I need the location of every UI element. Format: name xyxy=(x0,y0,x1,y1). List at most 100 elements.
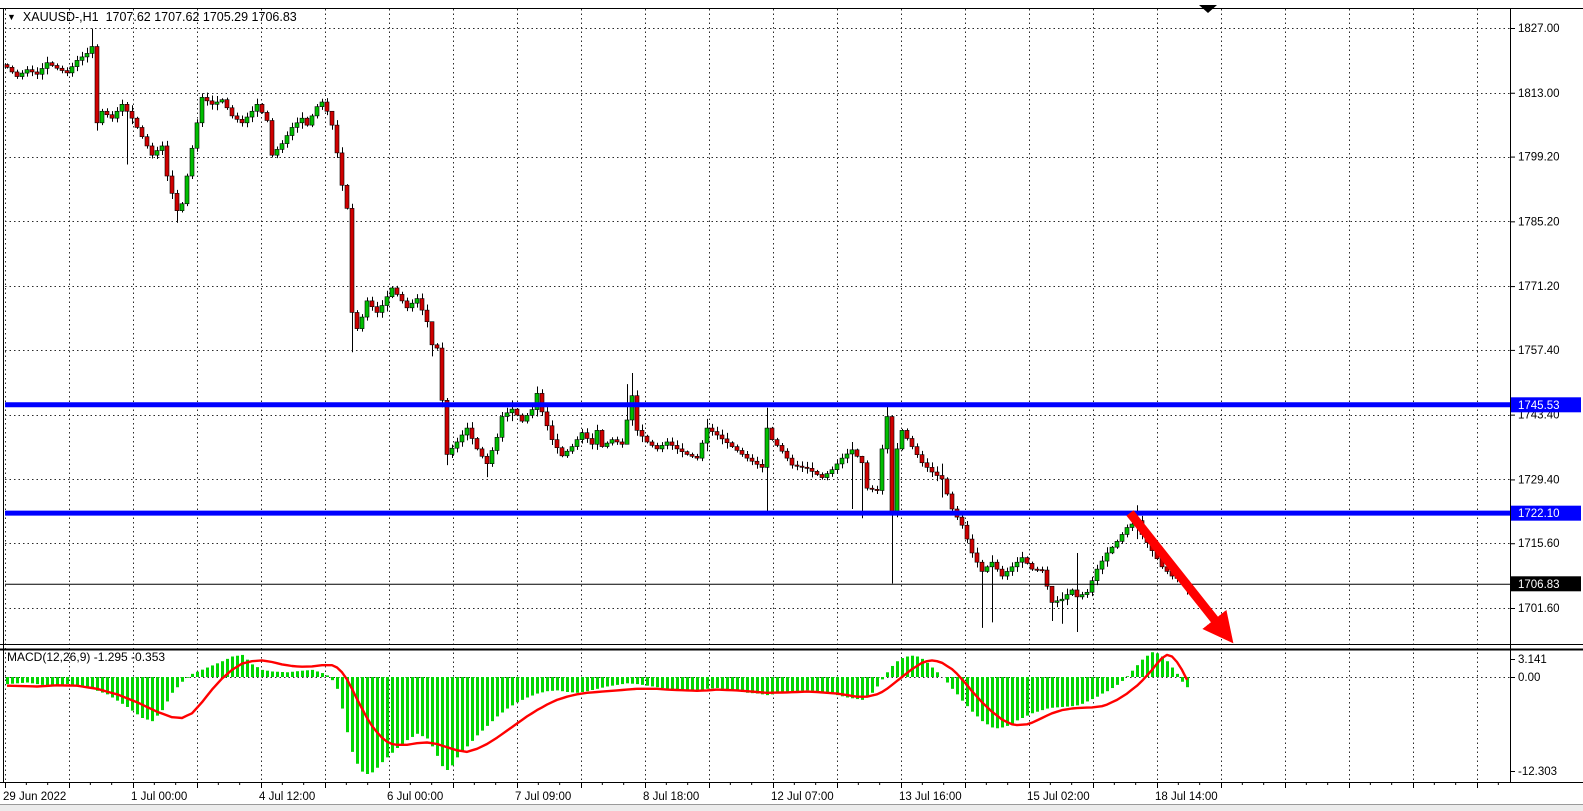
candle-bullish xyxy=(315,107,319,116)
candle-bearish xyxy=(780,445,784,451)
time-axis-label: 6 Jul 00:00 xyxy=(387,791,443,803)
candle-bearish xyxy=(485,456,489,463)
candle-bearish xyxy=(755,461,759,464)
candle-bearish xyxy=(435,345,439,348)
candle-bearish xyxy=(685,452,689,455)
candle-bullish xyxy=(565,451,569,456)
candle-bearish xyxy=(330,111,334,125)
candle-bullish xyxy=(85,53,89,56)
candle-bearish xyxy=(860,456,864,462)
candle-bearish xyxy=(110,115,114,118)
candle-bullish xyxy=(575,440,579,447)
price-badge-label: 1745.53 xyxy=(1518,400,1560,412)
candle-bearish xyxy=(5,65,9,68)
candle-bullish xyxy=(1115,541,1119,547)
candle-bearish xyxy=(260,104,264,112)
candle-bearish xyxy=(810,468,814,471)
candle-bearish xyxy=(715,432,719,435)
chart-title: ▼ XAUUSD-,H1 1707.62 1707.62 1705.29 170… xyxy=(7,10,297,24)
candle-bearish xyxy=(30,70,34,72)
price-axis-label: 1729.40 xyxy=(1518,474,1560,486)
bottom-strip xyxy=(0,804,1583,811)
candle-bearish xyxy=(210,101,214,104)
candle-bearish xyxy=(545,412,549,426)
candle-bearish xyxy=(790,458,794,465)
candle-bearish xyxy=(775,440,779,446)
chart-canvas[interactable]: 1827.001813.001799.201785.201771.201757.… xyxy=(0,0,1583,811)
candle-bullish xyxy=(1010,567,1014,572)
candle-bearish xyxy=(145,137,149,146)
candle-bearish xyxy=(770,428,774,440)
candle-bearish xyxy=(405,301,409,308)
candle-bearish xyxy=(920,455,924,463)
candle-bullish xyxy=(1130,524,1134,527)
candle-bearish xyxy=(785,451,789,458)
candle-bearish xyxy=(1025,558,1029,564)
candle-bullish xyxy=(1095,569,1099,581)
chart-title-text: XAUUSD-,H1 1707.62 1707.62 1705.29 1706.… xyxy=(23,10,297,24)
candle-bearish xyxy=(1000,569,1004,576)
candle-bearish xyxy=(855,450,859,456)
candle-bearish xyxy=(480,449,484,456)
price-axis-label: 1785.20 xyxy=(1518,216,1560,228)
time-axis-label: 15 Jul 02:00 xyxy=(1027,791,1090,803)
price-badge-label: 1722.10 xyxy=(1518,508,1560,520)
candle-bearish xyxy=(165,146,169,176)
candle-bearish xyxy=(585,433,589,439)
candle-bearish xyxy=(710,428,714,431)
candle-bullish xyxy=(985,567,989,572)
candle-bullish xyxy=(510,409,514,413)
candle-bearish xyxy=(745,454,749,458)
price-axis-label: 1827.00 xyxy=(1518,23,1560,35)
candle-bullish xyxy=(885,417,889,449)
candle-bullish xyxy=(70,67,74,73)
candle-bullish xyxy=(1065,595,1069,600)
candle-bearish xyxy=(175,193,179,210)
candle-bullish xyxy=(460,435,464,442)
candle-bullish xyxy=(1005,571,1009,576)
candle-bearish xyxy=(10,67,14,72)
candle-bearish xyxy=(205,97,209,100)
candle-bullish xyxy=(570,447,574,452)
candle-bullish xyxy=(1055,601,1059,603)
candle-bullish xyxy=(215,102,219,104)
time-axis-label: 18 Jul 14:00 xyxy=(1155,791,1218,803)
candle-bullish xyxy=(190,148,194,176)
macd-axis-label: 0.00 xyxy=(1518,672,1540,684)
price-badge-label: 1706.83 xyxy=(1518,579,1560,591)
candle-bearish xyxy=(430,322,434,345)
candle-bullish xyxy=(180,204,184,211)
candle-bearish xyxy=(240,119,244,122)
candle-bearish xyxy=(650,442,654,445)
candle-bearish xyxy=(890,417,894,512)
candle-bearish xyxy=(305,118,309,125)
candle-bearish xyxy=(370,301,374,307)
candle-bullish xyxy=(390,288,394,297)
candle-bullish xyxy=(90,47,94,54)
candle-bullish xyxy=(255,104,259,111)
candle-bearish xyxy=(975,553,979,562)
candle-bullish xyxy=(595,430,599,444)
time-axis-label: 29 Jun 2022 xyxy=(3,791,66,803)
candle-bullish xyxy=(195,123,199,148)
candle-bullish xyxy=(835,464,839,470)
candle-bearish xyxy=(395,288,399,294)
candle-bearish xyxy=(615,440,619,442)
candle-bearish xyxy=(945,479,949,494)
candle-bullish xyxy=(1120,534,1124,541)
candle-bearish xyxy=(130,111,134,118)
symbol-dropdown-icon[interactable]: ▼ xyxy=(7,13,16,22)
candle-bullish xyxy=(155,151,159,156)
candle-bearish xyxy=(645,436,649,442)
candle-bearish xyxy=(740,450,744,454)
candle-bullish xyxy=(1060,599,1064,601)
candle-bullish xyxy=(990,562,994,567)
candle-bearish xyxy=(750,458,754,461)
candle-bullish xyxy=(120,104,124,111)
candle-bullish xyxy=(625,420,629,444)
candle-bullish xyxy=(840,458,844,464)
candle-bearish xyxy=(1030,563,1034,569)
candle-bullish xyxy=(300,118,304,123)
candle-bullish xyxy=(895,449,899,511)
candle-bullish xyxy=(1105,553,1109,561)
